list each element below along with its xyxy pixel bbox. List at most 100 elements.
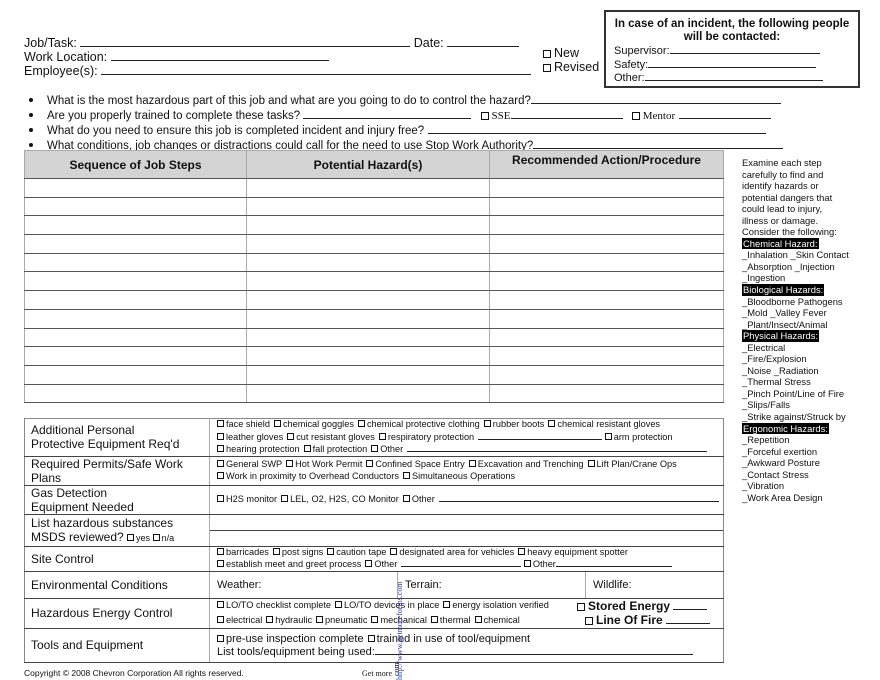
sequence-cell[interactable] <box>24 271 247 292</box>
permit-option[interactable]: Work in proximity to Overhead Conductors <box>217 471 399 481</box>
ppe-option[interactable]: rubber boots <box>483 419 544 429</box>
sequence-cell[interactable] <box>24 328 247 348</box>
permit-option[interactable]: Lift Plan/Crane Ops <box>587 459 677 469</box>
tools-checkbox[interactable] <box>367 634 375 642</box>
question-1-field[interactable] <box>530 92 781 104</box>
gas-option[interactable]: H2S monitor <box>217 494 277 504</box>
msds-yes-checkbox[interactable] <box>127 533 135 541</box>
mentor-field[interactable] <box>679 107 772 119</box>
hazard-cell[interactable] <box>246 215 490 236</box>
energy-checkbox[interactable] <box>443 601 451 608</box>
site-option[interactable]: heavy equipment spotter <box>518 547 628 557</box>
date-field[interactable] <box>447 35 520 47</box>
ppe-option[interactable]: Other <box>371 444 403 454</box>
energy-type-checkbox[interactable] <box>266 615 274 623</box>
mentor-checkbox[interactable] <box>631 112 640 120</box>
action-cell[interactable] <box>489 271 724 292</box>
energy-type-checkbox[interactable] <box>474 615 482 623</box>
hazard-cell[interactable] <box>246 309 490 329</box>
status-revised-option[interactable]: Revised <box>543 60 599 74</box>
ppe-option[interactable]: leather gloves <box>217 432 283 442</box>
msds-na-checkbox[interactable] <box>152 533 160 541</box>
sequence-cell[interactable] <box>24 215 247 236</box>
energy-type-checkbox[interactable] <box>371 615 379 623</box>
question-4-field[interactable] <box>533 137 784 149</box>
line-of-fire-field[interactable] <box>666 614 711 624</box>
permit-option[interactable]: Hot Work Permit <box>286 459 362 469</box>
hazard-cell[interactable] <box>246 253 490 273</box>
energy-type-option[interactable]: chemical <box>474 615 520 625</box>
action-cell[interactable] <box>489 290 724 310</box>
hazard-cell[interactable] <box>246 384 490 404</box>
substances-line-1[interactable] <box>210 515 723 531</box>
gas-other-field[interactable] <box>438 493 719 503</box>
permit-checkbox[interactable] <box>402 471 410 479</box>
ppe-option[interactable]: hearing protection <box>217 444 300 454</box>
hazard-cell[interactable] <box>246 197 490 217</box>
ppe-option[interactable]: chemical protective clothing <box>357 419 480 429</box>
ppe-checkbox[interactable] <box>217 432 224 440</box>
energy-type-option[interactable]: thermal <box>430 615 471 625</box>
sequence-cell[interactable] <box>24 346 247 366</box>
sequence-cell[interactable] <box>24 197 247 217</box>
employees-field[interactable] <box>101 63 532 75</box>
sequence-cell[interactable] <box>24 384 247 404</box>
sequence-cell[interactable] <box>24 290 247 310</box>
sse-checkbox[interactable] <box>480 112 489 120</box>
energy-type-option[interactable]: electrical <box>217 615 262 625</box>
site-other-field-2[interactable] <box>555 558 672 567</box>
permit-checkbox[interactable] <box>468 460 476 467</box>
action-cell[interactable] <box>489 346 724 366</box>
wildlife-field[interactable]: Wildlife: <box>586 572 723 598</box>
substances-line-2[interactable] <box>210 531 723 546</box>
hazard-cell[interactable] <box>246 178 490 198</box>
site-option[interactable]: Other <box>365 559 397 569</box>
action-cell[interactable] <box>489 309 724 329</box>
permit-option[interactable]: Excavation and Trenching <box>468 459 584 469</box>
ppe-option[interactable]: chemical goggles <box>273 419 354 429</box>
action-cell[interactable] <box>489 178 724 198</box>
energy-option[interactable]: LO/TO devices in place <box>335 600 439 610</box>
tools-list-field[interactable] <box>374 645 693 655</box>
gas-checkbox[interactable] <box>402 495 410 503</box>
site-checkbox[interactable] <box>390 547 398 555</box>
gas-checkbox[interactable] <box>217 495 224 503</box>
question-2-field[interactable] <box>303 107 472 119</box>
hazard-cell[interactable] <box>246 271 490 292</box>
energy-type-option[interactable]: hydraulic <box>266 615 312 625</box>
permit-checkbox[interactable] <box>587 460 595 467</box>
site-other-field-1[interactable] <box>401 558 522 567</box>
energy-checkbox[interactable] <box>335 601 343 608</box>
ppe-checkbox[interactable] <box>483 420 491 427</box>
permit-option[interactable]: Simultaneous Operations <box>402 471 515 481</box>
ppe-option[interactable]: respiratory protection <box>378 432 474 442</box>
hazard-cell[interactable] <box>246 346 490 366</box>
site-other-2-checkbox[interactable] <box>523 560 531 567</box>
action-cell[interactable] <box>489 197 724 217</box>
ppe-checkbox[interactable] <box>548 420 556 427</box>
respiratory-field[interactable] <box>478 431 603 440</box>
tools-option[interactable]: pre-use inspection complete <box>217 633 364 645</box>
site-checkbox[interactable] <box>272 547 280 555</box>
energy-option[interactable]: energy isolation verified <box>443 600 549 610</box>
revised-checkbox[interactable] <box>543 64 551 72</box>
ppe-other-field[interactable] <box>407 443 708 452</box>
ppe-option[interactable]: cut resistant gloves <box>287 432 375 442</box>
hazard-cell[interactable] <box>246 328 490 348</box>
hazard-cell[interactable] <box>246 290 490 310</box>
tools-option[interactable]: trained in use of tool/equipment <box>367 633 530 645</box>
ppe-checkbox[interactable] <box>303 445 311 452</box>
ppe-checkbox[interactable] <box>287 432 295 440</box>
stored-energy-field[interactable] <box>673 600 708 610</box>
site-option[interactable]: designated area for vehicles <box>390 547 514 557</box>
site-checkbox[interactable] <box>327 547 335 555</box>
site-option[interactable]: post signs <box>272 547 323 557</box>
sequence-cell[interactable] <box>24 309 247 329</box>
gas-option[interactable]: Other <box>402 494 435 504</box>
ppe-checkbox[interactable] <box>357 420 365 427</box>
action-cell[interactable] <box>489 234 724 254</box>
site-option[interactable]: barricades <box>217 547 269 557</box>
site-option[interactable]: establish meet and greet process <box>217 559 361 569</box>
sse-field[interactable] <box>510 107 623 119</box>
ppe-checkbox[interactable] <box>273 420 281 427</box>
